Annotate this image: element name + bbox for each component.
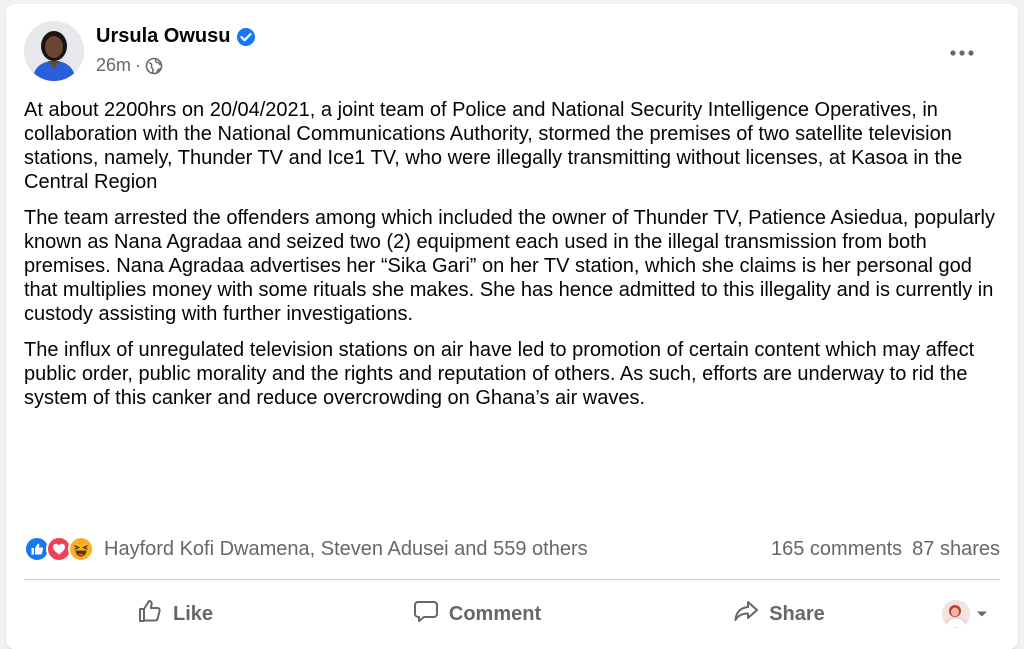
reaction-as-selector[interactable] [930, 600, 1000, 628]
more-horizontal-icon [949, 44, 975, 62]
post-actions: Like Comment Share [24, 588, 1000, 640]
comment-button[interactable]: Comment [326, 592, 628, 636]
author-line: Ursula Owusu [96, 25, 256, 48]
post-paragraph-2: The team arrested the offenders among wh… [24, 207, 995, 325]
reactions-summary[interactable]: Hayford Kofi Dwamena, Steven Adusei and … [24, 536, 588, 562]
post-meta: 26m · [96, 55, 163, 76]
haha-reaction-icon [68, 536, 94, 562]
viewer-avatar [942, 600, 970, 628]
like-label: Like [172, 602, 214, 625]
globe-icon[interactable] [145, 57, 163, 75]
comments-count[interactable]: 165 comments [771, 538, 902, 561]
reaction-icons [24, 536, 94, 562]
share-button[interactable]: Share [628, 592, 930, 636]
caret-down-icon [976, 605, 988, 623]
actions-divider [24, 579, 1000, 580]
post-timestamp[interactable]: 26m [96, 55, 131, 76]
reactors-text[interactable]: Hayford Kofi Dwamena, Steven Adusei and … [104, 538, 588, 561]
comment-label: Comment [448, 602, 542, 625]
post-header: Ursula Owusu 26m · [24, 21, 1000, 85]
engagement-bar: Hayford Kofi Dwamena, Steven Adusei and … [24, 532, 1000, 566]
comment-bubble-icon [413, 598, 439, 630]
post-body: At about 2200hrs on 20/04/2021, a joint … [24, 98, 999, 422]
meta-separator: · [135, 55, 142, 75]
like-button[interactable]: Like [24, 592, 326, 636]
share-arrow-icon [733, 598, 759, 630]
thumbs-up-icon [137, 598, 163, 630]
engagement-counts: 165 comments 87 shares [771, 538, 1000, 561]
verified-badge-icon [236, 27, 256, 47]
share-label: Share [769, 602, 825, 625]
post-paragraph-1: At about 2200hrs on 20/04/2021, a joint … [24, 99, 963, 193]
shares-count[interactable]: 87 shares [912, 538, 1000, 561]
post-card: Ursula Owusu 26m · At about 2200hrs on 2… [6, 4, 1018, 649]
author-avatar[interactable] [24, 21, 84, 81]
more-options-button[interactable] [942, 33, 982, 73]
author-name[interactable]: Ursula Owusu [96, 25, 230, 48]
post-paragraph-3: The influx of unregulated television sta… [24, 339, 975, 409]
